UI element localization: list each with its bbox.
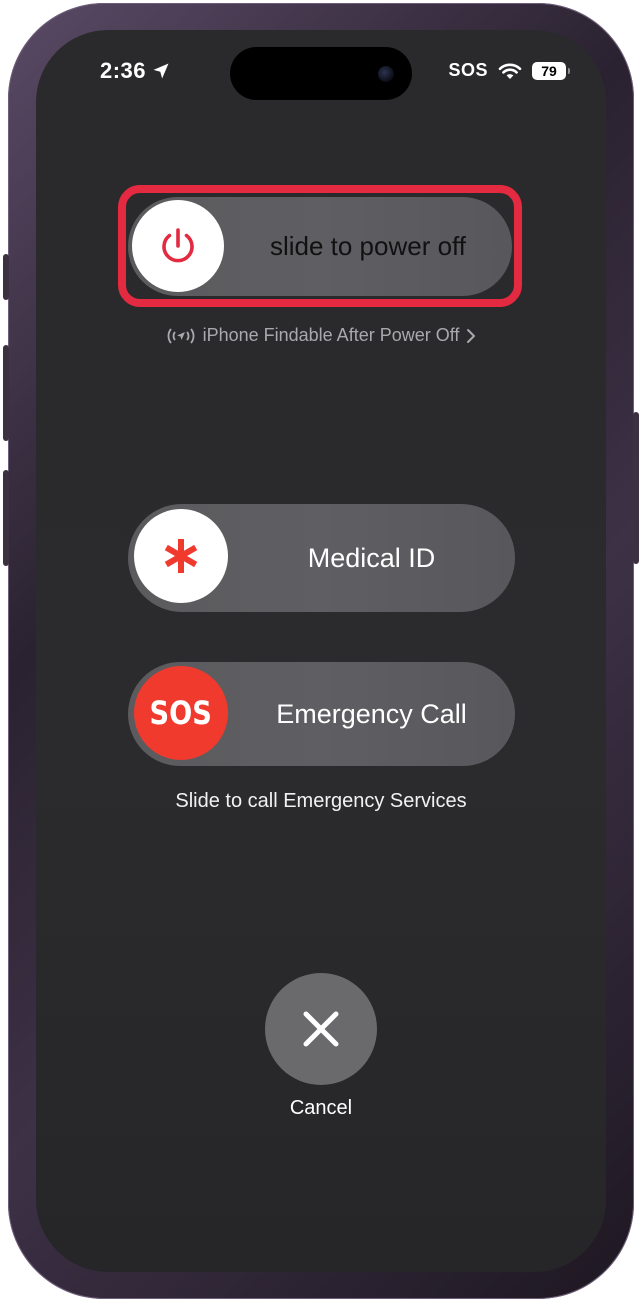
camera-icon bbox=[378, 66, 394, 82]
cancel-button[interactable] bbox=[265, 973, 377, 1085]
emergency-call-label: Emergency Call bbox=[276, 698, 467, 729]
sos-indicator: SOS bbox=[448, 60, 488, 80]
action-button bbox=[3, 254, 9, 300]
volume-down-button bbox=[3, 470, 9, 566]
status-time: 2:36 bbox=[100, 58, 170, 84]
highlight-box bbox=[118, 185, 522, 307]
time-text: 2:36 bbox=[100, 58, 147, 83]
medical-id-label: Medical ID bbox=[307, 542, 436, 573]
cancel-label: Cancel bbox=[289, 1097, 353, 1119]
location-arrow-icon bbox=[153, 63, 169, 79]
battery-icon: 79 bbox=[532, 61, 570, 80]
screen: 2:36 SOS 79 slide to power off iPhone Fi… bbox=[36, 30, 606, 1272]
chevron-right-icon bbox=[467, 328, 476, 343]
emergency-call-slider[interactable]: SOS Emergency Call bbox=[128, 662, 515, 766]
side-button bbox=[633, 412, 639, 564]
dynamic-island bbox=[230, 47, 412, 100]
close-icon bbox=[303, 1011, 339, 1047]
asterisk-icon bbox=[164, 539, 198, 573]
battery-level: 79 bbox=[541, 62, 557, 79]
volume-up-button bbox=[3, 345, 9, 441]
status-right: SOS 79 bbox=[448, 60, 570, 81]
sos-knob-text: SOS bbox=[149, 694, 213, 732]
findable-link[interactable]: iPhone Findable After Power Off bbox=[36, 325, 606, 346]
findable-text: iPhone Findable After Power Off bbox=[202, 325, 460, 345]
wifi-icon bbox=[498, 63, 522, 79]
medical-id-knob[interactable] bbox=[134, 509, 228, 603]
sos-knob[interactable]: SOS bbox=[134, 666, 228, 760]
findmy-signal-icon bbox=[167, 327, 194, 344]
medical-id-slider[interactable]: Medical ID bbox=[128, 504, 515, 612]
emergency-caption: Slide to call Emergency Services bbox=[175, 790, 467, 812]
